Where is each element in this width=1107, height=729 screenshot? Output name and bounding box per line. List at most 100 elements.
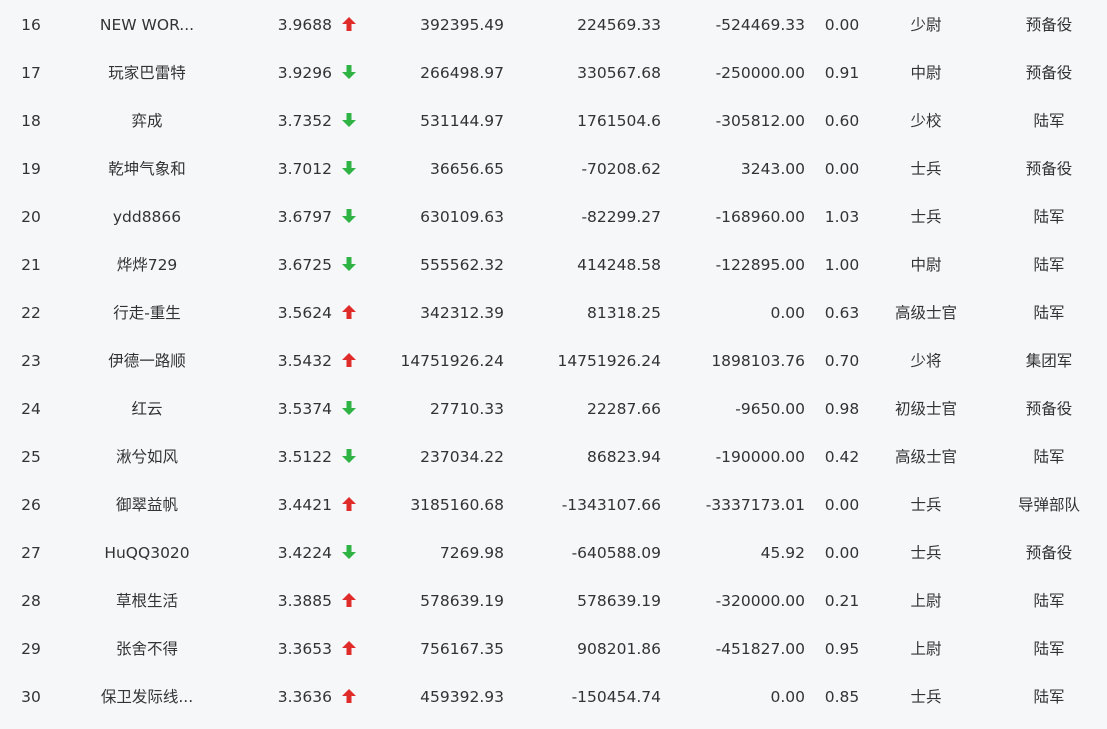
value-2: -150454.74 [571, 688, 661, 706]
player-name: 湫兮如风 [115, 448, 178, 466]
value-2: 224569.33 [577, 16, 661, 34]
rank-cell: 21 [21, 256, 41, 274]
rank-cell: 23 [21, 352, 41, 370]
player-name: 保卫发际线... [100, 688, 194, 706]
unit-name: 陆军 [1033, 112, 1065, 130]
unit-name: 陆军 [1033, 208, 1065, 226]
rank-cell: 22 [21, 304, 41, 322]
table-row[interactable]: 27 HuQQ3020 3.4224 7269.98 -640588.09 45.92 0.… [0, 529, 1107, 577]
arrow-down-icon [338, 433, 360, 481]
table-row[interactable]: 18 弈成 3.7352 531144.97 1761504.6 -305812.00 0.… [0, 97, 1107, 145]
arrow-up-icon [338, 481, 360, 529]
rank-cell: 30 [21, 688, 41, 706]
ratio-value: 0.91 [824, 64, 860, 82]
score-value: 3.7012 [277, 160, 332, 178]
table-row[interactable]: 30 保卫发际线... 3.3636 459392.93 -150454.74 0.00 0… [0, 673, 1107, 721]
value-1: 630109.63 [420, 208, 504, 226]
score-value: 3.5374 [277, 400, 332, 418]
rank-cell: 16 [21, 16, 41, 34]
value-1: 531144.97 [420, 112, 504, 130]
rank-title: 少校 [910, 112, 942, 130]
value-1: 36656.65 [430, 160, 504, 178]
table-row[interactable]: 24 红云 3.5374 27710.33 22287.66 -9650.00 0.98 初级… [0, 385, 1107, 433]
rank-cell: 27 [21, 544, 41, 562]
arrow-up-icon [338, 337, 360, 385]
value-1: 3185160.68 [410, 496, 504, 514]
value-3: 1898103.76 [711, 352, 805, 370]
table-row[interactable]: 17 玩家巴雷特 3.9296 266498.97 330567.68 -250000.0… [0, 49, 1107, 97]
ratio-value: 0.95 [824, 640, 860, 658]
value-3: 0.00 [770, 304, 805, 322]
unit-name: 导弹部队 [1017, 496, 1080, 514]
unit-name: 陆军 [1033, 448, 1065, 466]
ratio-value: 0.42 [824, 448, 860, 466]
value-1: 342312.39 [420, 304, 504, 322]
player-name: 红云 [131, 400, 163, 418]
rank-title: 少尉 [910, 16, 942, 34]
table-row[interactable]: 26 御翠益帆 3.4421 3185160.68 -1343107.66 -333717… [0, 481, 1107, 529]
score-value: 3.7352 [277, 112, 332, 130]
value-3: -250000.00 [715, 64, 805, 82]
value-1: 266498.97 [420, 64, 504, 82]
rank-cell: 25 [21, 448, 41, 466]
value-3: -451827.00 [715, 640, 805, 658]
score-value: 3.3636 [277, 688, 332, 706]
value-2: 1761504.6 [577, 112, 661, 130]
table-row[interactable]: 23 伊德一路顺 3.5432 14751926.24 14751926.24 18981… [0, 337, 1107, 385]
player-name: 伊德一路顺 [108, 352, 186, 370]
value-2: 908201.86 [577, 640, 661, 658]
rank-title: 士兵 [910, 496, 942, 514]
score-value: 3.3653 [277, 640, 332, 658]
player-name: NEW WOR... [99, 16, 195, 34]
player-name: 乾坤气象和 [108, 160, 186, 178]
unit-name: 陆军 [1033, 640, 1065, 658]
rank-cell: 20 [21, 208, 41, 226]
arrow-down-icon [338, 193, 360, 241]
value-1: 555562.32 [420, 256, 504, 274]
score-value: 3.6725 [277, 256, 332, 274]
value-2: -640588.09 [571, 544, 661, 562]
rank-cell: 18 [21, 112, 41, 130]
value-3: -3337173.01 [705, 496, 805, 514]
table-row[interactable]: 22 行走-重生 3.5624 342312.39 81318.25 0.00 0.63 高级… [0, 289, 1107, 337]
unit-name: 陆军 [1033, 592, 1065, 610]
value-3: -122895.00 [715, 256, 805, 274]
ratio-value: 1.00 [824, 256, 860, 274]
score-value: 3.3885 [277, 592, 332, 610]
table-row[interactable]: 28 草根生活 3.3885 578639.19 578639.19 -320000.00… [0, 577, 1107, 625]
arrow-down-icon [338, 97, 360, 145]
rank-title: 士兵 [910, 208, 942, 226]
value-2: -1343107.66 [561, 496, 661, 514]
player-name: 弈成 [131, 112, 163, 130]
rank-title: 士兵 [910, 160, 942, 178]
value-1: 14751926.24 [400, 352, 504, 370]
table-row[interactable]: 21 烨烨729 3.6725 555562.32 414248.58 -122895.0… [0, 241, 1107, 289]
value-3: -9650.00 [735, 400, 805, 418]
table-row[interactable]: 25 湫兮如风 3.5122 237034.22 86823.94 -190000.00 0… [0, 433, 1107, 481]
rank-title: 高级士官 [894, 448, 957, 466]
unit-name: 陆军 [1033, 304, 1065, 322]
ratio-value: 0.00 [824, 16, 860, 34]
player-name: 烨烨729 [116, 256, 178, 274]
value-3: 45.92 [760, 544, 805, 562]
arrow-up-icon [338, 577, 360, 625]
rank-title: 高级士官 [894, 304, 957, 322]
value-1: 756167.35 [420, 640, 504, 658]
arrow-down-icon [338, 529, 360, 577]
value-2: 330567.68 [577, 64, 661, 82]
player-name: 玩家巴雷特 [108, 64, 186, 82]
ratio-value: 0.60 [824, 112, 860, 130]
arrow-down-icon [338, 385, 360, 433]
table-row[interactable]: 20 ydd8866 3.6797 630109.63 -82299.27 -168960… [0, 193, 1107, 241]
ratio-value: 0.85 [824, 688, 860, 706]
table-row[interactable]: 29 张舍不得 3.3653 756167.35 908201.86 -451827.00… [0, 625, 1107, 673]
table-row[interactable]: 19 乾坤气象和 3.7012 36656.65 -70208.62 3243.00 0.0… [0, 145, 1107, 193]
unit-name: 陆军 [1033, 256, 1065, 274]
value-2: 414248.58 [577, 256, 661, 274]
rank-cell: 19 [21, 160, 41, 178]
score-value: 3.6797 [277, 208, 332, 226]
table-row[interactable]: 16 NEW WOR... 3.9688 392395.49 224569.33 -524… [0, 1, 1107, 49]
ratio-value: 0.00 [824, 544, 860, 562]
arrow-down-icon [338, 241, 360, 289]
rank-cell: 24 [21, 400, 41, 418]
